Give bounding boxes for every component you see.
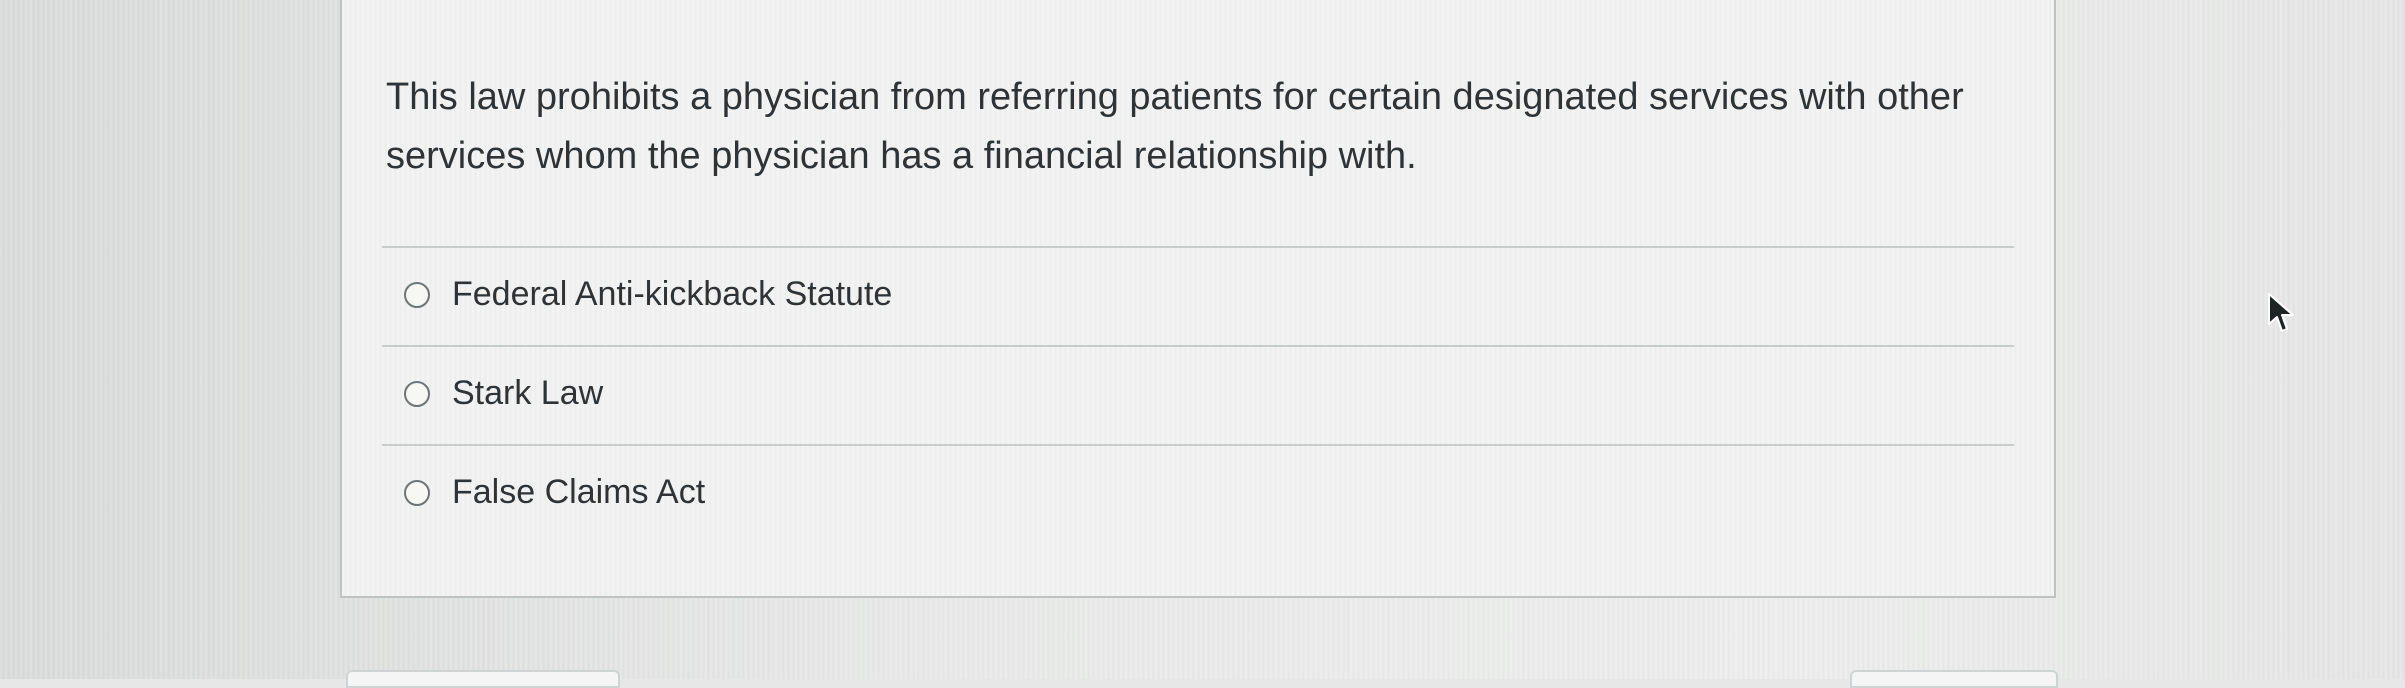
answer-label: False Claims Act	[452, 473, 706, 511]
mouse-pointer-icon	[2268, 293, 2294, 332]
radio-button[interactable]	[404, 381, 430, 407]
question-card: This law prohibits a physician from refe…	[340, 0, 2056, 598]
radio-button[interactable]	[404, 282, 430, 308]
answer-label: Stark Law	[452, 374, 604, 412]
answer-options: Federal Anti-kickback Statute Stark Law …	[382, 246, 2014, 543]
answer-option-federal-anti-kickback[interactable]: Federal Anti-kickback Statute	[382, 246, 2014, 345]
question-text: This law prohibits a physician from refe…	[386, 76, 1964, 177]
bottom-tab-right	[1850, 670, 2058, 688]
answer-option-stark-law[interactable]: Stark Law	[382, 345, 2014, 444]
bottom-tab-left	[346, 670, 620, 688]
radio-button[interactable]	[404, 480, 430, 506]
answer-option-false-claims-act[interactable]: False Claims Act	[382, 444, 2014, 543]
answer-label: Federal Anti-kickback Statute	[452, 275, 893, 313]
